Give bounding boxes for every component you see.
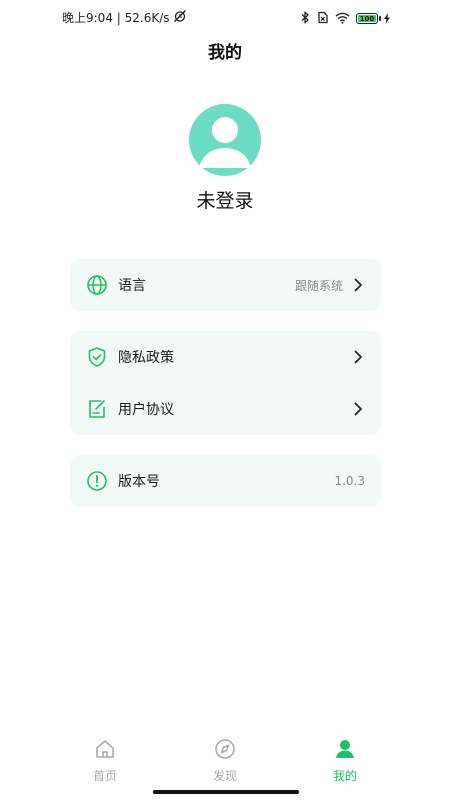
version-label: 版本号	[118, 474, 160, 490]
privacy-policy-row[interactable]: 隐私政策	[70, 331, 381, 383]
no-sim-icon	[316, 9, 329, 28]
battery-icon: 100	[356, 13, 381, 24]
status-right: 100	[300, 9, 390, 28]
chevron-right-icon	[351, 402, 365, 416]
person-icon	[334, 738, 356, 764]
bluetooth-icon	[300, 9, 310, 28]
version-value: 1.0.3	[334, 474, 365, 488]
home-indicator[interactable]	[153, 790, 299, 794]
globe-icon	[86, 274, 108, 296]
tab-mine-label: 我的	[332, 769, 357, 783]
shield-check-icon	[86, 346, 108, 368]
battery-level: 100	[359, 14, 375, 23]
version-card: 版本号 1.0.3	[70, 455, 381, 507]
status-left: 晚上9:04 | 52.6K/s	[62, 9, 187, 26]
language-card: 语言 跟随系统	[70, 259, 381, 311]
wifi-icon	[335, 9, 350, 28]
bottom-tab-bar: 首页 发现 我的	[0, 730, 450, 800]
charging-icon	[384, 9, 390, 28]
user-agreement-row[interactable]: 用户协议	[70, 383, 381, 435]
tab-home[interactable]: 首页	[75, 738, 135, 784]
alarm-off-icon	[173, 9, 187, 26]
page-title: 我的	[208, 43, 242, 63]
chevron-right-icon	[351, 350, 365, 364]
chevron-right-icon	[351, 278, 365, 292]
login-status[interactable]: 未登录	[0, 186, 450, 213]
avatar[interactable]	[189, 104, 261, 176]
tab-discover[interactable]: 发现	[195, 738, 255, 784]
compass-icon	[214, 738, 236, 764]
home-icon	[94, 738, 116, 764]
version-row[interactable]: 版本号 1.0.3	[70, 455, 381, 507]
language-label: 语言	[118, 278, 146, 294]
language-value: 跟随系统	[294, 278, 343, 293]
legal-card: 隐私政策 用户协议	[70, 331, 381, 435]
status-bar: 晚上9:04 | 52.6K/s 100	[0, 0, 450, 34]
user-avatar-icon	[199, 117, 251, 168]
info-exclamation-icon	[86, 470, 108, 492]
document-edit-icon	[86, 398, 108, 420]
status-time: 晚上9:04 | 52.6K/s	[62, 11, 170, 25]
tab-mine[interactable]: 我的	[315, 738, 375, 784]
tab-discover-label: 发现	[212, 769, 237, 783]
tab-home-label: 首页	[92, 769, 117, 783]
language-row[interactable]: 语言 跟随系统	[70, 259, 381, 311]
user-agreement-label: 用户协议	[118, 402, 174, 418]
privacy-policy-label: 隐私政策	[118, 350, 174, 366]
